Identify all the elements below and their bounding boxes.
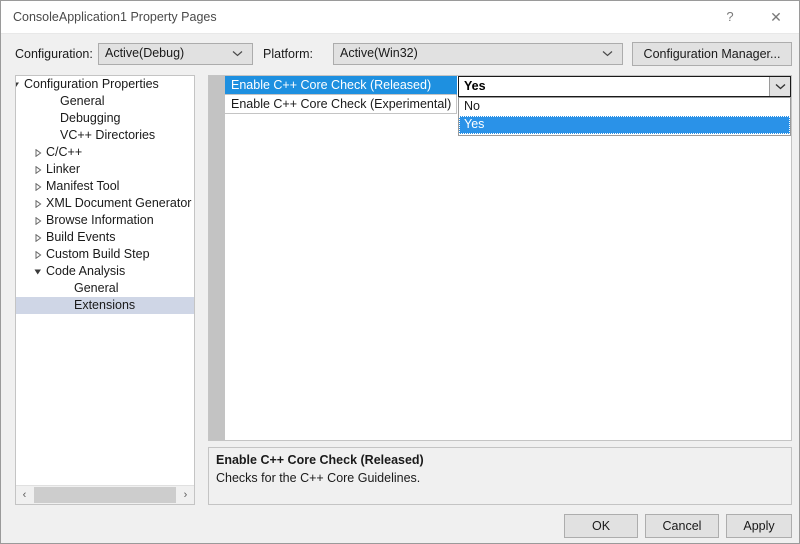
- configuration-dropdown[interactable]: Active(Debug): [98, 43, 253, 65]
- tree-horizontal-scrollbar[interactable]: ‹ ›: [16, 485, 194, 504]
- tree-item-label: C/C++: [46, 145, 83, 159]
- tree-item-label: Build Events: [46, 230, 116, 244]
- collapsed-triangle-icon[interactable]: [34, 217, 42, 225]
- window-title: ConsoleApplication1 Property Pages: [13, 10, 217, 24]
- description-text: Checks for the C++ Core Guidelines.: [216, 471, 421, 485]
- tree-item-label: Custom Build Step: [46, 247, 150, 261]
- tree-item-code-analysis[interactable]: Code Analysis: [16, 263, 194, 280]
- configuration-manager-button[interactable]: Configuration Manager...: [632, 42, 792, 66]
- tree-item-debugging[interactable]: Debugging: [16, 110, 194, 127]
- tree-item-linker[interactable]: Linker: [16, 161, 194, 178]
- expanded-triangle-icon[interactable]: [16, 81, 20, 89]
- collapsed-triangle-icon[interactable]: [34, 200, 42, 208]
- tree-item-custom-build-step[interactable]: Custom Build Step: [16, 246, 194, 263]
- tree-item-label: General: [60, 94, 105, 108]
- collapsed-triangle-icon[interactable]: [34, 234, 42, 242]
- scroll-right-arrow-icon[interactable]: ›: [177, 486, 194, 504]
- tree-item-general[interactable]: General: [16, 280, 194, 297]
- platform-label: Platform:: [263, 47, 314, 61]
- tree-item-label: Browse Information: [46, 213, 154, 227]
- tree-item-build-events[interactable]: Build Events: [16, 229, 194, 246]
- property-name: Enable C++ Core Check (Released): [225, 76, 457, 95]
- tree-item-extensions[interactable]: Extensions: [16, 297, 194, 314]
- cancel-button[interactable]: Cancel: [645, 514, 719, 538]
- tree-item-label: XML Document Generator: [46, 196, 192, 210]
- property-grid-gutter: [209, 76, 225, 440]
- collapsed-triangle-icon[interactable]: [34, 251, 42, 259]
- title-bar: ConsoleApplication1 Property Pages ? ✕: [1, 1, 799, 34]
- value-editor-combobox[interactable]: Yes: [458, 76, 791, 97]
- description-panel: Enable C++ Core Check (Released) Checks …: [208, 447, 792, 505]
- tree-item-xml-document-generator[interactable]: XML Document Generator: [16, 195, 194, 212]
- property-grid-panel: Enable C++ Core Check (Released)YesEnabl…: [208, 75, 792, 441]
- property-pages-dialog: ConsoleApplication1 Property Pages ? ✕ C…: [0, 0, 800, 544]
- help-icon[interactable]: ?: [707, 1, 753, 33]
- configuration-label: Configuration:: [15, 47, 93, 61]
- platform-value: Active(Win32): [340, 46, 418, 60]
- tree-item-configuration-properties[interactable]: Configuration Properties: [16, 76, 194, 93]
- tree-item-vc-directories[interactable]: VC++ Directories: [16, 127, 194, 144]
- tree-item-label: Debugging: [60, 111, 121, 125]
- configuration-toolbar: Configuration: Active(Debug) Platform: A…: [1, 34, 799, 71]
- ok-button[interactable]: OK: [564, 514, 638, 538]
- value-editor-text: Yes: [464, 79, 486, 93]
- tree-item-label: Manifest Tool: [46, 179, 120, 193]
- configuration-tree-panel: Configuration Properties General Debugging…: [15, 75, 195, 505]
- tree-item-label: General: [74, 281, 119, 295]
- configuration-value: Active(Debug): [105, 46, 185, 60]
- expanded-triangle-icon[interactable]: [34, 268, 42, 276]
- chevron-down-icon[interactable]: [769, 77, 790, 96]
- apply-button[interactable]: Apply: [726, 514, 792, 538]
- tree-item-browse-information[interactable]: Browse Information: [16, 212, 194, 229]
- collapsed-triangle-icon[interactable]: [34, 149, 42, 157]
- configuration-tree: Configuration Properties General Debugging…: [16, 76, 194, 484]
- description-title: Enable C++ Core Check (Released): [216, 453, 424, 467]
- tree-item-manifest-tool[interactable]: Manifest Tool: [16, 178, 194, 195]
- platform-dropdown[interactable]: Active(Win32): [333, 43, 623, 65]
- tree-item-label: Extensions: [74, 298, 136, 312]
- scroll-left-arrow-icon[interactable]: ‹: [16, 486, 33, 504]
- tree-item-label: Configuration Properties: [24, 77, 159, 91]
- scrollbar-thumb[interactable]: [34, 487, 176, 503]
- collapsed-triangle-icon[interactable]: [34, 183, 42, 191]
- tree-item-general[interactable]: General: [16, 93, 194, 110]
- dropdown-option[interactable]: Yes: [459, 116, 790, 134]
- tree-item-label: Linker: [46, 162, 81, 176]
- property-name: Enable C++ Core Check (Experimental): [225, 95, 457, 114]
- chevron-down-icon: [602, 44, 616, 64]
- dropdown-option[interactable]: No: [459, 98, 790, 116]
- tree-item-label: VC++ Directories: [60, 128, 156, 142]
- close-icon[interactable]: ✕: [753, 1, 799, 33]
- tree-item-c-c[interactable]: C/C++: [16, 144, 194, 161]
- collapsed-triangle-icon[interactable]: [34, 166, 42, 174]
- chevron-down-icon: [232, 44, 246, 64]
- value-dropdown-list[interactable]: No Yes: [458, 97, 791, 136]
- tree-item-label: Code Analysis: [46, 264, 126, 278]
